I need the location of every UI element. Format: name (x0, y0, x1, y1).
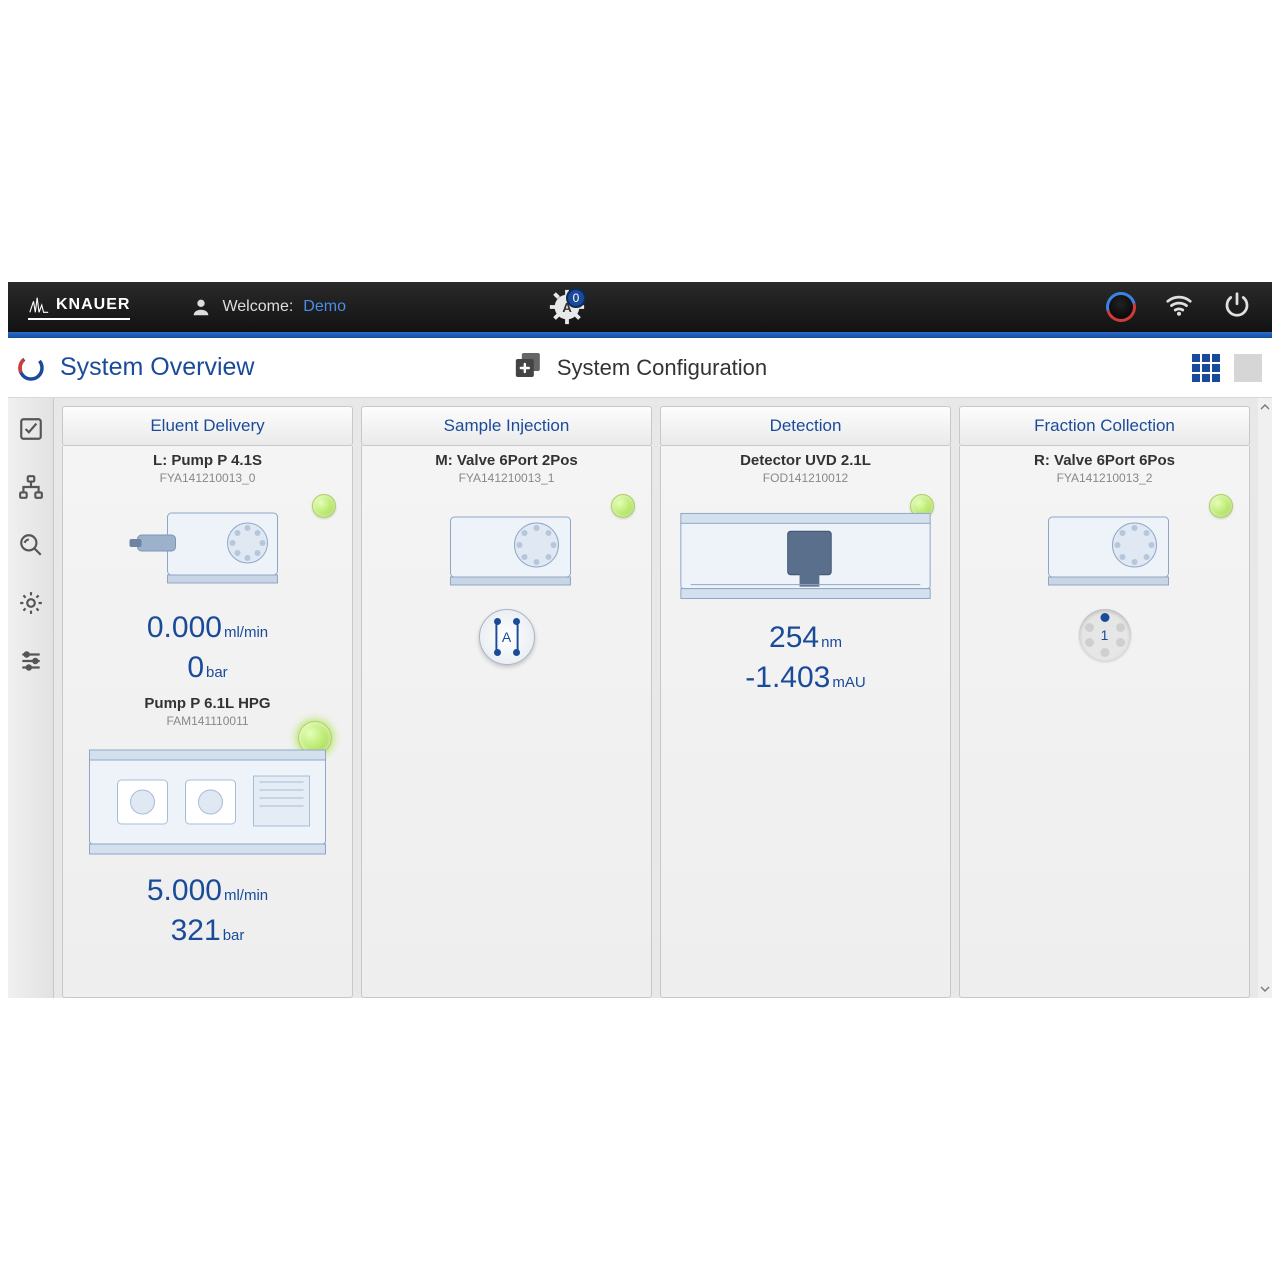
status-ring-icon[interactable] (1101, 287, 1142, 328)
column-header-fraction[interactable]: Fraction Collection (959, 406, 1250, 446)
add-panel-icon (513, 350, 543, 386)
welcome-user: Demo (303, 298, 346, 316)
alerts-count: 0 (566, 288, 586, 308)
pump-small-illustration (69, 493, 346, 603)
column-sample-injection: Sample Injection M: Valve 6Port 2Pos FYA… (361, 406, 652, 998)
column-detection: Detection Detector UVD 2.1L FOD141210012 (660, 406, 951, 998)
welcome-block: Welcome: Demo (190, 296, 346, 318)
scroll-down-icon[interactable] (1260, 984, 1270, 994)
column-header-detection[interactable]: Detection (660, 406, 951, 446)
device-serial: FYA141210013_0 (69, 471, 346, 485)
alerts-gear[interactable]: A 0 (546, 286, 588, 328)
page-title: System Overview (60, 353, 254, 382)
signal-value: -1.403 (745, 661, 830, 694)
device-title: R: Valve 6Port 6Pos (966, 452, 1243, 469)
device-title: Detector UVD 2.1L (667, 452, 944, 469)
column-header-injection[interactable]: Sample Injection (361, 406, 652, 446)
device-title: M: Valve 6Port 2Pos (368, 452, 645, 469)
valve-position-rotor: 1 (1079, 609, 1131, 661)
signal-unit: mAU (832, 674, 865, 691)
wavelength-value: 254 (769, 621, 819, 654)
sidebar-network-icon[interactable] (16, 472, 46, 502)
list-view-icon[interactable] (1234, 354, 1262, 382)
vertical-scrollbar[interactable] (1258, 398, 1272, 998)
pressure-value: 0 (187, 651, 204, 684)
system-configuration-button[interactable]: System Configuration (513, 350, 767, 386)
detector-illustration (667, 493, 944, 613)
sidebar-checkbox-icon[interactable] (16, 414, 46, 444)
device-title: Pump P 6.1L HPG (69, 695, 346, 712)
flow-unit: ml/min (224, 624, 268, 641)
valve-drive-illustration (368, 493, 645, 603)
column-eluent-delivery: Eluent Delivery L: Pump P 4.1S FYA141210… (62, 406, 353, 998)
device-serial: FYA141210013_2 (966, 471, 1243, 485)
device-serial: FYA141210013_1 (368, 471, 645, 485)
user-icon (190, 296, 212, 318)
valve-drive-illustration (966, 493, 1243, 603)
pressure-value: 321 (171, 914, 221, 947)
valve-position-indicator: A (479, 609, 535, 665)
grid-view-icon[interactable] (1192, 354, 1220, 382)
column-fraction-collection: Fraction Collection R: Valve 6Port 6Pos … (959, 406, 1250, 998)
brand-logo: KNAUER (28, 294, 130, 320)
brand-text: KNAUER (56, 296, 130, 314)
overview-ring-icon[interactable] (8, 353, 54, 383)
device-detector[interactable]: Detector UVD 2.1L FOD141210012 (667, 452, 944, 695)
config-label: System Configuration (557, 355, 767, 381)
flow-unit: ml/min (224, 887, 268, 904)
device-serial: FOD141210012 (667, 471, 944, 485)
flow-value: 5.000 (147, 874, 222, 907)
page-header: System Overview System Configuration (8, 338, 1272, 398)
device-pump-6-1l[interactable]: Pump P 6.1L HPG FAM141110011 (69, 695, 346, 948)
sidebar-settings-icon[interactable] (16, 588, 46, 618)
device-pump-4-1s[interactable]: L: Pump P 4.1S FYA141210013_0 (69, 452, 346, 685)
pressure-unit: bar (223, 927, 245, 944)
sidebar (8, 398, 54, 998)
wifi-icon[interactable] (1164, 290, 1194, 325)
valve-position-label: 1 (1101, 627, 1109, 643)
device-title: L: Pump P 4.1S (69, 452, 346, 469)
wavelength-unit: nm (821, 634, 842, 651)
brand-chromatogram-icon (28, 294, 50, 316)
pressure-unit: bar (206, 664, 228, 681)
sidebar-sliders-icon[interactable] (16, 646, 46, 676)
device-valve-6pos[interactable]: R: Valve 6Port 6Pos FYA141210013_2 (966, 452, 1243, 661)
pump-large-illustration (69, 736, 346, 866)
top-bar: KNAUER Welcome: Demo A 0 (8, 282, 1272, 332)
column-header-eluent[interactable]: Eluent Delivery (62, 406, 353, 446)
device-valve-2pos[interactable]: M: Valve 6Port 2Pos FYA141210013_1 (368, 452, 645, 665)
scroll-up-icon[interactable] (1260, 402, 1270, 412)
welcome-label: Welcome: (222, 298, 293, 316)
flow-value: 0.000 (147, 611, 222, 644)
sidebar-search-icon[interactable] (16, 530, 46, 560)
power-icon[interactable] (1222, 290, 1252, 325)
